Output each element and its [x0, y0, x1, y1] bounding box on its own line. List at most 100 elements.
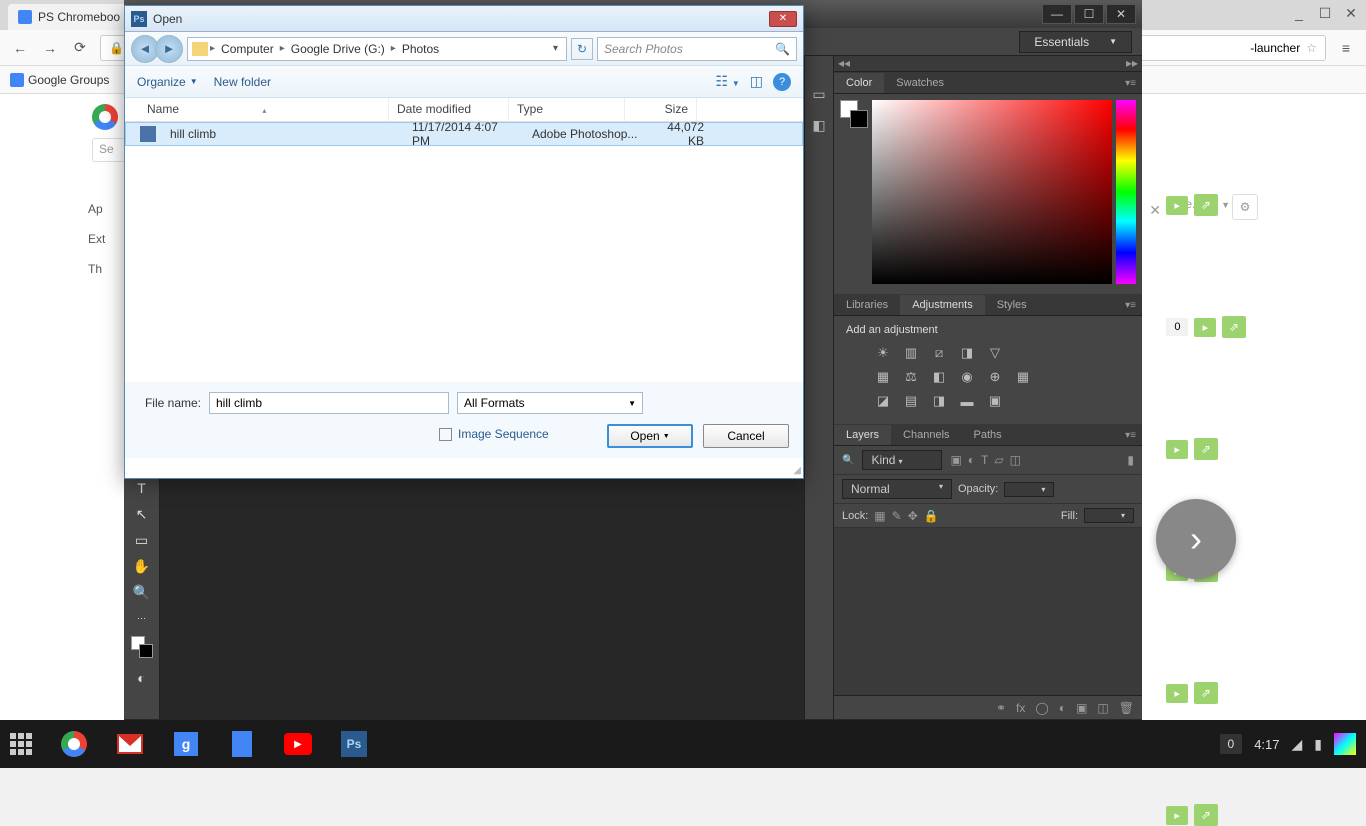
tab-styles[interactable]: Styles	[985, 295, 1039, 315]
filter-smart-icon[interactable]: ◫	[1010, 453, 1021, 467]
edit-toolbar-icon[interactable]: ⋯	[129, 606, 155, 630]
workspace-selector[interactable]: Essentials ▼	[1019, 31, 1132, 53]
cancel-button[interactable]: Cancel	[703, 424, 789, 448]
share-button[interactable]: ⇗	[1194, 804, 1218, 826]
selective-color-icon[interactable]: ▣	[986, 392, 1004, 410]
bookmark-google-groups[interactable]: Google Groups	[10, 73, 109, 87]
share-button[interactable]: ⇗	[1194, 682, 1218, 704]
breadcrumb-dropdown-icon[interactable]: ▾	[549, 43, 562, 54]
ps-maximize-button[interactable]: ☐	[1074, 4, 1104, 24]
color-swatch-fg-bg[interactable]	[131, 636, 153, 658]
quick-mask-tool[interactable]: ◐	[129, 666, 155, 690]
chevron-right-icon[interactable]: ▸	[210, 43, 215, 54]
panel-menu-icon[interactable]: ▾≡	[1119, 296, 1142, 315]
photo-filter-icon[interactable]: ◉	[958, 368, 976, 386]
wifi-icon[interactable]: ◢	[1292, 736, 1303, 753]
share-button[interactable]: ⇗	[1194, 194, 1218, 216]
google-taskbar-icon[interactable]: g	[172, 730, 200, 758]
delete-layer-icon[interactable]: 🗑	[1119, 701, 1134, 715]
chrome-maximize-button[interactable]: ☐	[1316, 4, 1334, 22]
file-format-select[interactable]: All Formats ▼	[457, 392, 643, 414]
battery-icon[interactable]: ▮	[1314, 736, 1322, 753]
tab-layers[interactable]: Layers	[834, 425, 891, 445]
layer-fx-icon[interactable]: fx	[1016, 701, 1025, 715]
breadcrumb-segment[interactable]: Photos	[398, 42, 443, 56]
tab-channels[interactable]: Channels	[891, 425, 961, 445]
filename-input[interactable]	[209, 392, 449, 414]
posterize-icon[interactable]: ▤	[902, 392, 920, 410]
badge-button[interactable]: ▸	[1166, 684, 1188, 703]
help-button[interactable]: ?	[773, 73, 791, 91]
chevron-right-icon[interactable]: ▸	[280, 43, 285, 54]
filter-toggle[interactable]: ▮	[1127, 453, 1134, 467]
reload-button[interactable]: ⟳	[70, 38, 90, 58]
filter-shape-icon[interactable]: ▱	[994, 453, 1003, 467]
side-item[interactable]: Th	[88, 254, 105, 284]
photoshop-taskbar-icon[interactable]: Ps	[340, 730, 368, 758]
breadcrumb-segment[interactable]: Google Drive (G:)	[287, 42, 389, 56]
ps-close-button[interactable]: ✕	[1106, 4, 1136, 24]
view-mode-button[interactable]: ☷ ▼	[715, 73, 739, 90]
dialog-titlebar[interactable]: Ps Open ✕	[125, 6, 803, 32]
properties-panel-icon[interactable]: ◧	[812, 117, 825, 134]
header-name[interactable]: Name ▴	[139, 98, 389, 121]
file-row[interactable]: hill climb 11/17/2014 4:07 PM Adobe Phot…	[125, 122, 803, 146]
filter-type-icon[interactable]: T	[981, 453, 988, 467]
refresh-button[interactable]: ↻	[571, 38, 593, 60]
fill-input[interactable]: ▾	[1084, 508, 1134, 523]
brightness-icon[interactable]: ☀	[874, 344, 892, 362]
channel-mixer-icon[interactable]: ⊕	[986, 368, 1004, 386]
filter-pixel-icon[interactable]: ▣	[950, 453, 961, 467]
badge-button[interactable]: ▸	[1166, 806, 1188, 825]
ps-minimize-button[interactable]: —	[1042, 4, 1072, 24]
youtube-taskbar-icon[interactable]: ▶	[284, 730, 312, 758]
file-list[interactable]: hill climb 11/17/2014 4:07 PM Adobe Phot…	[125, 122, 803, 382]
new-layer-icon[interactable]: ◫	[1097, 701, 1108, 715]
panel-menu-icon[interactable]: ▾≡	[1119, 426, 1142, 445]
search-input[interactable]: Search Photos 🔍	[597, 37, 797, 61]
lock-pos-icon[interactable]: ✥	[908, 509, 918, 523]
badge-button[interactable]: ▸	[1166, 440, 1188, 459]
breadcrumb[interactable]: ▸ Computer ▸ Google Drive (G:) ▸ Photos …	[187, 37, 567, 61]
panel-menu-icon[interactable]: ▾≡	[1119, 74, 1142, 93]
dialog-close-button[interactable]: ✕	[769, 11, 797, 27]
back-button[interactable]: ←	[10, 38, 30, 58]
type-tool[interactable]: T	[129, 476, 155, 500]
link-layers-icon[interactable]: ⚭	[996, 701, 1006, 715]
tab-paths[interactable]: Paths	[962, 425, 1014, 445]
chrome-taskbar-icon[interactable]	[60, 730, 88, 758]
curves-icon[interactable]: ⧄	[930, 344, 948, 362]
forward-button[interactable]: →	[40, 38, 60, 58]
chrome-menu-button[interactable]: ≡	[1336, 38, 1356, 58]
rectangle-tool[interactable]: ▭	[129, 528, 155, 552]
next-arrow-button[interactable]: ›	[1156, 499, 1236, 579]
apps-launcher-button[interactable]	[10, 733, 32, 755]
filter-adjust-icon[interactable]: ◐	[968, 453, 975, 467]
zoom-tool[interactable]: 🔍	[129, 580, 155, 604]
layer-mask-icon[interactable]: ◯	[1035, 701, 1048, 715]
vibrance-icon[interactable]: ▽	[986, 344, 1004, 362]
tab-swatches[interactable]: Swatches	[884, 73, 956, 93]
new-folder-button[interactable]: New folder	[214, 75, 271, 89]
levels-icon[interactable]: ▥	[902, 344, 920, 362]
chevron-right-icon[interactable]: ▸	[391, 43, 396, 54]
lock-all-icon[interactable]: 🔒	[924, 509, 939, 523]
new-fill-icon[interactable]: ◐	[1059, 701, 1066, 715]
color-balance-icon[interactable]: ⚖	[902, 368, 920, 386]
chrome-close-button[interactable]: ✕	[1342, 4, 1360, 22]
breadcrumb-segment[interactable]: Computer	[217, 42, 278, 56]
header-type[interactable]: Type	[509, 98, 625, 121]
hue-sat-icon[interactable]: ▦	[874, 368, 892, 386]
nav-forward-button[interactable]: ►	[155, 35, 183, 63]
color-lookup-icon[interactable]: ▦	[1014, 368, 1032, 386]
lock-image-icon[interactable]: ✎	[892, 509, 902, 523]
header-date[interactable]: Date modified	[389, 98, 509, 121]
clock[interactable]: 4:17	[1254, 737, 1279, 752]
lock-trans-icon[interactable]: ▦	[874, 509, 885, 523]
foreground-background-swatch[interactable]	[840, 100, 868, 288]
docs-taskbar-icon[interactable]	[228, 730, 256, 758]
page-close-icon[interactable]: ✕	[1149, 202, 1161, 219]
tab-adjustments[interactable]: Adjustments	[900, 295, 985, 315]
organize-button[interactable]: Organize ▼	[137, 75, 198, 89]
chrome-tab[interactable]: PS Chromeboo	[8, 4, 130, 30]
